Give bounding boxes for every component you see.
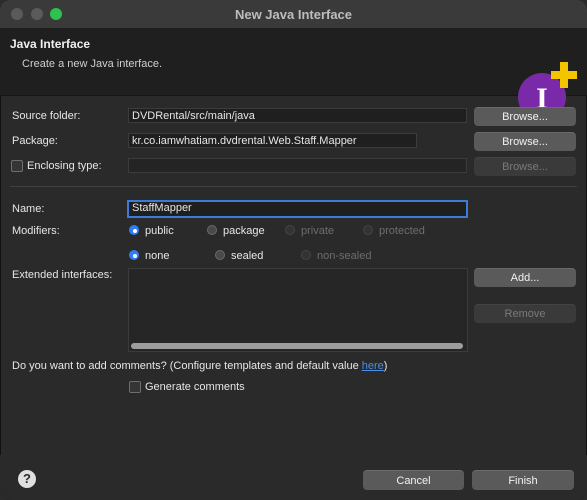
enclosing-type-browse-button: Browse...: [474, 157, 576, 176]
finish-button[interactable]: Finish: [472, 470, 574, 490]
extended-interfaces-scrollbar[interactable]: [131, 343, 463, 349]
wizard-subtitle: Create a new Java interface.: [22, 58, 163, 70]
comments-question: Do you want to add comments? (Configure …: [12, 360, 387, 372]
modifier-package-label: package: [223, 225, 265, 237]
window-title: New Java Interface: [234, 7, 353, 22]
sealing-none-radio[interactable]: [129, 250, 139, 260]
modifier-public-radio[interactable]: [129, 225, 139, 235]
package-label: Package:: [12, 135, 58, 147]
remove-interface-button: Remove: [474, 304, 576, 323]
modifier-package-radio[interactable]: [207, 225, 217, 235]
help-icon[interactable]: ?: [18, 470, 36, 488]
modifier-protected-radio: [363, 225, 373, 235]
sealing-non-sealed-radio: [301, 250, 311, 260]
title-bar: New Java Interface: [0, 0, 587, 29]
name-label: Name:: [12, 203, 45, 215]
dialog-window: New Java Interface Java Interface Create…: [0, 0, 587, 500]
source-folder-label: Source folder:: [12, 110, 81, 122]
wizard-title: Java Interface: [10, 37, 91, 51]
package-browse-button[interactable]: Browse...: [474, 132, 576, 151]
generate-comments-checkbox[interactable]: [129, 381, 141, 393]
generate-comments-label: Generate comments: [145, 381, 245, 393]
modifier-protected-label: protected: [379, 225, 425, 237]
source-folder-field[interactable]: DVDRental/src/main/java: [128, 108, 467, 123]
comments-question-text: Do you want to add comments? (Configure …: [12, 360, 362, 372]
enclosing-type-checkbox[interactable]: [11, 160, 23, 172]
sealing-sealed-label: sealed: [231, 250, 264, 262]
cancel-button[interactable]: Cancel: [363, 470, 464, 490]
wizard-header: Java Interface Create a new Java interfa…: [0, 29, 587, 121]
enclosing-type-label: Enclosing type:: [27, 160, 102, 172]
add-interface-button[interactable]: Add...: [474, 268, 576, 287]
extended-interfaces-list[interactable]: [128, 268, 468, 352]
modifier-public-label: public: [145, 225, 174, 237]
sealing-none-label: none: [145, 250, 170, 262]
sealing-sealed-radio[interactable]: [215, 250, 225, 260]
sealing-non-sealed-label: non-sealed: [317, 250, 372, 262]
modifier-private-label: private: [301, 225, 335, 237]
enclosing-type-field: [128, 158, 467, 173]
modifiers-label: Modifiers:: [12, 225, 60, 237]
comments-question-close: ): [383, 360, 388, 372]
modifier-private-radio: [285, 225, 295, 235]
configure-templates-link[interactable]: here: [362, 360, 384, 372]
name-input[interactable]: StaffMapper: [127, 200, 468, 218]
package-field[interactable]: kr.co.iamwhatiam.dvdrental.Web.Staff.Map…: [128, 133, 417, 148]
extended-interfaces-label: Extended interfaces:: [12, 269, 113, 281]
source-folder-browse-button[interactable]: Browse...: [474, 107, 576, 126]
separator: [10, 186, 577, 187]
